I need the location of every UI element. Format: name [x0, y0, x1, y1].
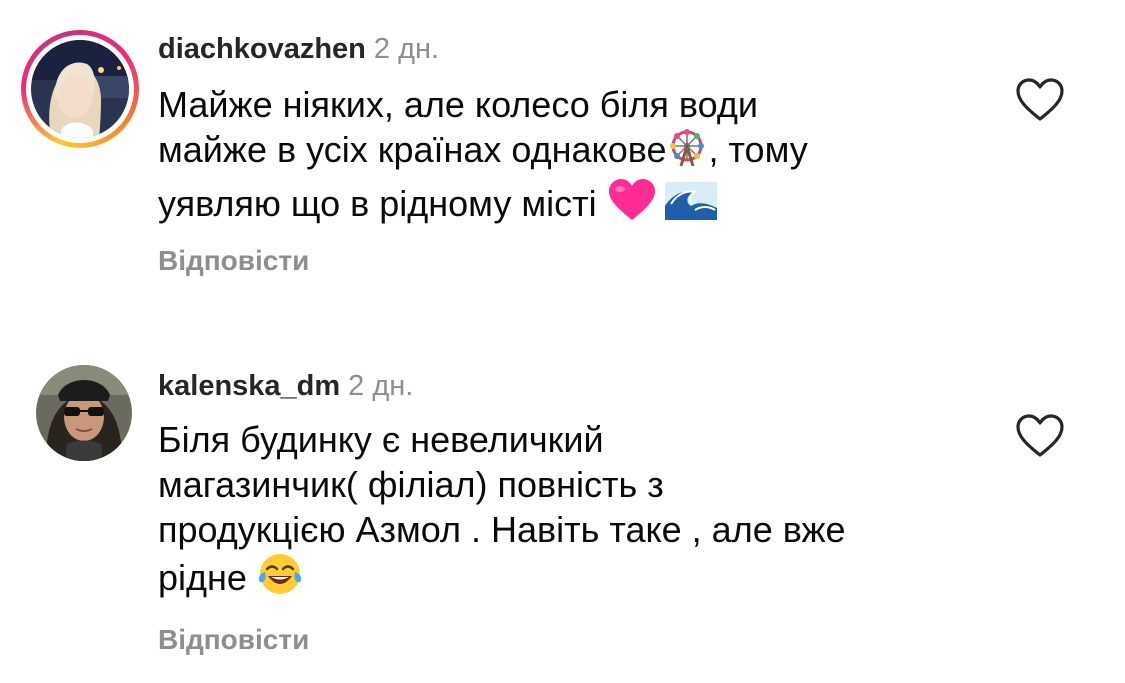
comment-line: Біля будинку є невеличкий	[158, 419, 604, 460]
comment-line-text: , тому	[708, 129, 808, 170]
story-ring[interactable]	[21, 30, 139, 148]
avatar-image	[31, 40, 129, 138]
comment-line-text: уявляю що в рідному місті	[158, 183, 607, 224]
water-wave-icon	[664, 180, 717, 232]
comment-header: kalenska_dm 2 дн.	[158, 368, 413, 404]
username[interactable]: diachkovazhen	[158, 33, 366, 65]
timestamp: 2 дн.	[373, 33, 440, 65]
username[interactable]: kalenska_dm	[158, 370, 340, 402]
avatar-container[interactable]	[36, 365, 132, 461]
avatar[interactable]	[36, 365, 132, 461]
comment-line: уявляю що в рідному місті	[158, 178, 948, 232]
comment-item: kalenska_dm 2 дн. Біля будинку є невеличк…	[0, 345, 1125, 683]
comment-line-text: рідне	[158, 557, 257, 598]
avatar[interactable]	[31, 40, 129, 138]
pink-heart-icon	[607, 178, 657, 232]
comment-text: Біля будинку є невеличкий магазинчик( фі…	[158, 417, 948, 606]
comment-text: Майже ніяких, але колесо біля води майже…	[158, 82, 948, 232]
face-with-tears-of-joy-icon	[257, 552, 303, 606]
comment-item: diachkovazhen 2 дн. Майже ніяких, але кол…	[0, 0, 1125, 300]
heart-outline-icon[interactable]	[1015, 77, 1065, 123]
ferris-wheel-icon	[666, 128, 708, 178]
comment-line: магазинчик( філіал) повність з	[158, 464, 664, 505]
comment-line: продукцією Азмол . Навіть таке , але вже	[158, 509, 846, 550]
reply-button[interactable]: Відповісти	[158, 623, 309, 657]
comment-line: майже в усіх країнах однакове , тому	[158, 127, 948, 178]
comment-line-text: майже в усіх країнах однакове	[158, 129, 667, 170]
timestamp: 2 дн.	[348, 370, 414, 402]
heart-outline-icon[interactable]	[1015, 413, 1065, 459]
comment-line: Майже ніяких, але колесо біля води	[158, 84, 758, 125]
comment-line: рідне	[158, 552, 948, 606]
comment-header: diachkovazhen 2 дн.	[158, 31, 439, 67]
reply-button[interactable]: Відповісти	[158, 244, 309, 278]
avatar-image	[36, 365, 132, 461]
avatar-border	[26, 35, 134, 143]
